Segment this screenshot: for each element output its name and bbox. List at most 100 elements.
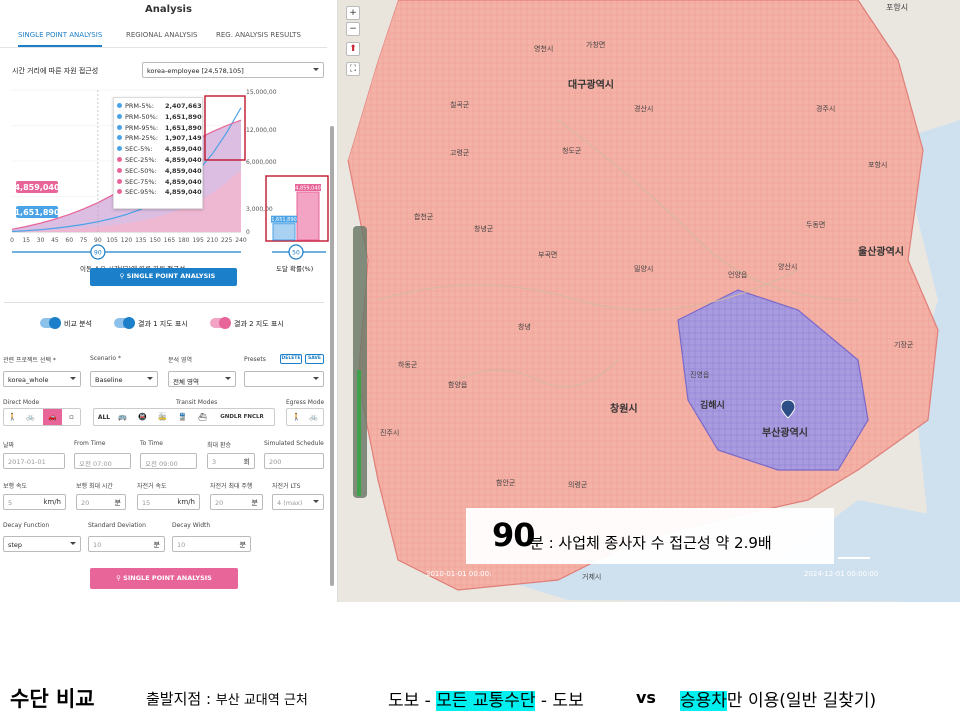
scenario-select[interactable]: Baseline: [90, 371, 158, 387]
delete-button[interactable]: DELETE: [280, 354, 302, 364]
car-icon[interactable]: 🚗: [43, 409, 62, 425]
place-label: 언양읍: [728, 271, 748, 279]
place-label: 경산시: [634, 105, 654, 113]
bike-speed-input[interactable]: 15 km/h: [137, 494, 200, 510]
tooltip-row: SEC-5%: 4,859,040: [117, 145, 202, 156]
save-button[interactable]: SAVE: [305, 354, 324, 364]
bike-icon[interactable]: 🚲: [24, 412, 37, 423]
walk-icon[interactable]: 🚶: [290, 412, 303, 423]
presets-select[interactable]: [244, 371, 324, 387]
tooltip-series-name: SEC-5%:: [125, 145, 153, 154]
tooltip-row: SEC-75%: 4,859,040: [117, 177, 202, 189]
city-changwon: 창원시: [610, 404, 638, 415]
tooltip-series-name: PRM-5%:: [125, 102, 154, 110]
legend-dot-icon: [117, 189, 122, 195]
date-input[interactable]: 2017-01-01: [3, 453, 65, 469]
overlay-text: 분 : 사업체 종사자 수 접근성 약 2.9배: [530, 534, 772, 552]
project-select[interactable]: korea_whole: [3, 371, 81, 387]
map-view[interactable]: + − ⬆ ⛶ 대구광역시 울산광역시 창원시 부산광역시 김해시 포항시 경산…: [338, 0, 960, 602]
scooter-icon[interactable]: ▫: [65, 412, 78, 423]
zoom-in-button[interactable]: +: [346, 6, 360, 20]
result2-label: 결과 2 지도 표시: [234, 320, 284, 328]
bike-time-input[interactable]: 20 분: [210, 494, 263, 510]
chart-tooltip: PRM-5%: 2,407,663 PRM-50%: 1,651,890 PRM-95%…: [113, 97, 203, 209]
subway-icon[interactable]: 🚇: [136, 412, 149, 423]
transfers-input[interactable]: 3회: [207, 453, 255, 469]
walk-speed-input[interactable]: 5 km/h: [3, 494, 66, 510]
timeline-start: 2010-01-01 00:00:: [426, 570, 492, 578]
tooltip-series-name: PRM-50%:: [125, 112, 159, 121]
tooltip-row: PRM-95%: 1,651,890: [117, 123, 202, 135]
transit-modes-group: ALL 🚌 🚇 🚋 🚆 ⛴ GNDLR FNCLR: [93, 408, 275, 426]
timeline-slider[interactable]: [838, 557, 870, 559]
x-tick-label: 180: [178, 237, 190, 244]
tab-single-point[interactable]: SINGLE POINT ANALYSIS: [18, 31, 103, 47]
dataset-select[interactable]: korea-employee [24,578,105]: [142, 62, 324, 78]
walk-icon[interactable]: 🚶: [6, 412, 19, 423]
bus-icon[interactable]: 🚌: [116, 412, 129, 423]
sd-input[interactable]: 10 분: [88, 536, 165, 552]
x-tick-label: 45: [51, 237, 59, 244]
place-label: 거제시: [582, 573, 602, 581]
lts-select[interactable]: 4 (max): [272, 494, 324, 510]
place-label: 영천시: [534, 45, 554, 53]
x-tick-label: 240: [235, 237, 247, 244]
from-time-input[interactable]: 오전 07:00: [74, 453, 131, 469]
caption-mode-1: 도보 - 모든 교통수단 - 도보: [388, 691, 584, 711]
to-time-input[interactable]: 오전 09:00: [140, 453, 197, 469]
panel-title: Analysis: [145, 4, 192, 15]
legend-dot-icon: [117, 146, 122, 152]
tab-regional[interactable]: REGIONAL ANALYSIS: [126, 31, 197, 39]
decay-select[interactable]: step: [3, 536, 81, 552]
tooltip-series-value: 4,859,040: [165, 155, 202, 164]
legend-dot-icon: [117, 103, 122, 108]
x-tick-label: 120: [121, 237, 133, 244]
result2-toggle[interactable]: [210, 317, 231, 329]
result1-toggle[interactable]: [114, 317, 135, 329]
compare-toggle[interactable]: [40, 317, 61, 329]
ferry-icon[interactable]: ⛴: [196, 412, 209, 423]
place-label: 부곡면: [538, 251, 558, 259]
tooltip-series-value: 2,407,663: [165, 102, 202, 110]
place-label: 창녕: [518, 323, 531, 331]
place-label: 밀양시: [634, 265, 654, 273]
walk-time-label: 보행 최대 시간: [76, 483, 113, 490]
sim-schedule-input[interactable]: 200: [264, 453, 324, 469]
panel-scrollbar[interactable]: [330, 126, 334, 586]
tab-reg-results[interactable]: REG. ANALYSIS RESULTS: [216, 31, 301, 39]
walk-time-input[interactable]: 20 분: [76, 494, 126, 510]
caption-vs: vs: [636, 688, 656, 707]
right-axis-label: 도달 확률(%): [276, 265, 314, 273]
bike-icon[interactable]: 🚲: [307, 412, 320, 423]
place-label: 하동군: [398, 361, 418, 369]
transit-extra[interactable]: GNDLR FNCLR: [212, 412, 272, 423]
prm-value-label: 1,651,890: [14, 208, 59, 217]
analysis-tabs: SINGLE POINT ANALYSIS REGIONAL ANALYSIS …: [0, 26, 327, 48]
tooltip-series-value: 1,651,890: [165, 123, 202, 132]
place-label: 두동면: [806, 221, 826, 229]
rail-icon[interactable]: 🚆: [176, 412, 189, 423]
slide-caption: 수단 비교 출발지점 : 부산 교대역 근처 도보 - 모든 교통수단 - 도보…: [0, 602, 960, 720]
x-tick-label: 165: [164, 237, 176, 244]
fullscreen-icon[interactable]: ⛶: [346, 62, 360, 76]
area-select[interactable]: 전체 영역: [168, 371, 236, 387]
scenario-label: Scenario *: [90, 355, 121, 362]
legend-dot-icon: [117, 113, 122, 119]
chevron-down-icon: [70, 377, 76, 380]
single-point-analysis-button[interactable]: ⚲ SINGLE POINT ANALYSIS: [90, 568, 238, 589]
legend-dot-icon: [117, 135, 122, 141]
origin-marker-icon[interactable]: [780, 399, 796, 419]
dataset-value: korea-employee [24,578,105]: [147, 67, 244, 75]
tooltip-series-name: PRM-25%:: [125, 134, 159, 143]
single-point-analysis-button-top[interactable]: ⚲ SINGLE POINT ANALYSIS: [90, 268, 237, 286]
tram-icon[interactable]: 🚋: [156, 412, 169, 423]
overlay-number: 90: [492, 516, 536, 554]
tooltip-series-value: 4,859,040: [165, 177, 202, 186]
tooltip-series-value: 4,859,040: [165, 145, 202, 154]
decay-width-input[interactable]: 10 분: [172, 536, 251, 552]
compass-icon[interactable]: ⬆: [346, 42, 360, 56]
tooltip-series-value: 4,859,040: [165, 166, 202, 175]
transit-all[interactable]: ALL: [96, 412, 112, 423]
zoom-out-button[interactable]: −: [346, 22, 360, 36]
area-label: 분석 영역: [168, 357, 192, 364]
